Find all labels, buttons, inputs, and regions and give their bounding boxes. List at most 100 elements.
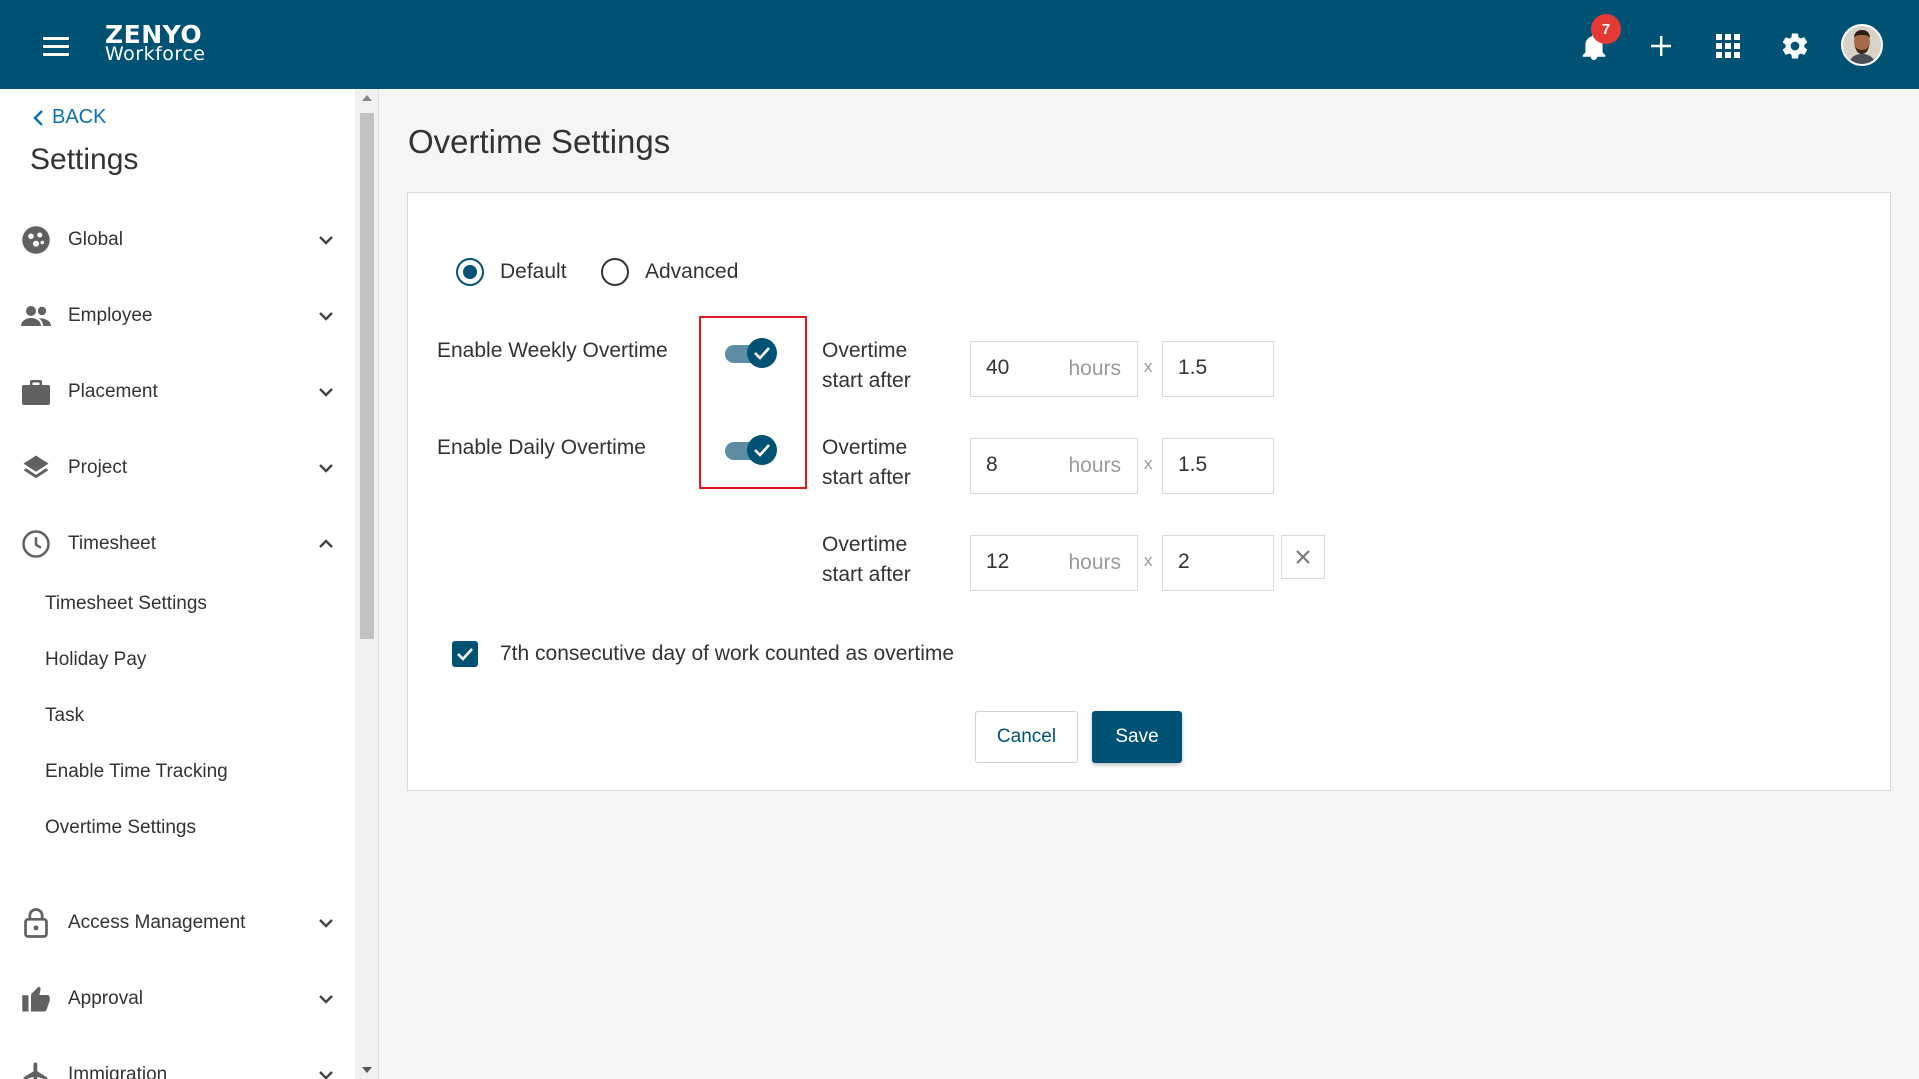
seventh-day-label: 7th consecutive day of work counted as o… xyxy=(500,642,955,665)
daily-overtime-toggle[interactable] xyxy=(725,435,777,465)
apps-grid-icon[interactable] xyxy=(1708,26,1748,66)
ot-label-line2: start after xyxy=(822,466,911,489)
times-symbol: x xyxy=(1144,551,1153,570)
back-label: BACK xyxy=(52,106,107,128)
hours-unit-label: hours xyxy=(1068,357,1121,380)
sidebar-item-approval[interactable]: Approval xyxy=(0,975,350,1023)
weekly-hours-input[interactable]: hours xyxy=(970,341,1138,397)
seventh-day-checkbox-row[interactable]: 7th consecutive day of work counted as o… xyxy=(452,641,954,667)
check-icon xyxy=(747,435,777,465)
sidebar-item-access-management[interactable]: Access Management xyxy=(0,899,350,947)
weekly-hours-field[interactable] xyxy=(986,356,1056,380)
sidebar-item-label: Timesheet xyxy=(68,533,156,554)
radio-advanced-label: Advanced xyxy=(645,260,739,283)
radio-advanced[interactable]: Advanced xyxy=(601,257,738,287)
chevron-down-icon xyxy=(319,919,333,928)
top-app-bar: ZENYO Workforce 7 xyxy=(0,0,1919,89)
back-link[interactable]: BACK xyxy=(32,106,106,129)
chevron-down-icon xyxy=(319,464,333,473)
sidebar-subitem-holiday-pay[interactable]: Holiday Pay xyxy=(45,649,146,671)
chevron-down-icon xyxy=(319,388,333,397)
ot-label-line1: Overtime xyxy=(822,436,908,459)
user-avatar[interactable] xyxy=(1841,24,1883,66)
sidebar-item-label: Access Management xyxy=(68,912,246,933)
sidebar-item-timesheet[interactable]: Timesheet xyxy=(0,520,350,568)
sidebar-item-label: Project xyxy=(68,457,128,478)
sidebar-item-label: Approval xyxy=(68,988,143,1009)
daily-hours-input[interactable]: hours xyxy=(970,438,1138,494)
sidebar-subitem-task[interactable]: Task xyxy=(45,705,84,727)
check-icon xyxy=(747,338,777,368)
ot-label-line2: start after xyxy=(822,563,911,586)
sidebar-item-label: Immigration xyxy=(68,1064,168,1079)
weekly-multiplier-field[interactable] xyxy=(1178,356,1258,380)
daily-hours-field[interactable] xyxy=(986,453,1056,477)
sidebar-item-global[interactable]: Global xyxy=(0,216,350,264)
menu-icon[interactable] xyxy=(40,34,70,58)
ot-label-line1: Overtime xyxy=(822,339,908,362)
logo-text-bottom: Workforce xyxy=(105,43,206,65)
sidebar-item-label: Placement xyxy=(68,381,158,402)
sidebar-item-immigration[interactable]: Immigration xyxy=(0,1051,350,1079)
clock-icon xyxy=(20,528,52,560)
airplane-icon xyxy=(20,1059,52,1079)
daily-multiplier-field-2[interactable] xyxy=(1178,550,1258,574)
daily-overtime-label: Enable Daily Overtime xyxy=(437,436,646,459)
daily-multiplier-input[interactable] xyxy=(1162,438,1274,494)
chevron-down-icon xyxy=(319,995,333,1004)
notification-count-badge: 7 xyxy=(1591,14,1621,44)
app-logo[interactable]: ZENYO Workforce xyxy=(105,22,205,64)
scroll-up-arrow-icon[interactable] xyxy=(362,95,372,101)
daily-multiplier-field[interactable] xyxy=(1178,453,1258,477)
daily-hours-field-2[interactable] xyxy=(986,550,1056,574)
times-symbol: x xyxy=(1144,357,1153,376)
radio-default-indicator xyxy=(456,258,484,286)
thumbs-up-icon xyxy=(20,983,52,1015)
sidebar-item-project[interactable]: Project xyxy=(0,444,350,492)
check-icon xyxy=(457,648,473,661)
lock-icon xyxy=(20,907,52,939)
overtime-start-after-label: Overtime start after xyxy=(822,530,911,590)
seventh-day-checkbox[interactable] xyxy=(452,641,478,667)
daily-hours-input-2[interactable]: hours xyxy=(970,535,1138,591)
ot-label-line1: Overtime xyxy=(822,533,908,556)
radio-default-label: Default xyxy=(500,260,567,283)
globe-icon xyxy=(20,224,52,256)
sidebar-subitem-timesheet-settings[interactable]: Timesheet Settings xyxy=(45,593,207,615)
radio-default[interactable]: Default xyxy=(456,257,567,287)
people-icon xyxy=(20,300,52,332)
weekly-multiplier-input[interactable] xyxy=(1162,341,1274,397)
chevron-down-icon xyxy=(319,1071,333,1079)
briefcase-icon xyxy=(20,376,52,408)
sidebar-scrollbar[interactable] xyxy=(355,89,379,1079)
page-title: Overtime Settings xyxy=(408,123,671,160)
sidebar-item-employee[interactable]: Employee xyxy=(0,292,350,340)
settings-sidebar: BACK Settings Global Employee Placement … xyxy=(0,89,355,1079)
hours-unit-label: hours xyxy=(1068,454,1121,477)
ot-label-line2: start after xyxy=(822,369,911,392)
daily-multiplier-input-2[interactable] xyxy=(1162,535,1274,591)
overtime-start-after-label: Overtime start after xyxy=(822,336,911,396)
times-symbol: x xyxy=(1144,454,1153,473)
scrollbar-thumb[interactable] xyxy=(360,113,374,639)
hours-unit-label: hours xyxy=(1068,551,1121,574)
settings-gear-icon[interactable] xyxy=(1775,26,1815,66)
cancel-button[interactable]: Cancel xyxy=(975,711,1078,763)
sidebar-item-label: Employee xyxy=(68,305,153,326)
sidebar-subitem-enable-time-tracking[interactable]: Enable Time Tracking xyxy=(45,761,228,783)
weekly-overtime-toggle[interactable] xyxy=(725,338,777,368)
sidebar-item-label: Global xyxy=(68,229,123,250)
layers-icon xyxy=(20,452,52,484)
add-icon[interactable] xyxy=(1641,26,1681,66)
remove-rule-button[interactable] xyxy=(1281,535,1325,579)
save-button[interactable]: Save xyxy=(1092,711,1182,763)
weekly-overtime-label: Enable Weekly Overtime xyxy=(437,339,668,362)
chevron-down-icon xyxy=(319,236,333,245)
sidebar-title: Settings xyxy=(30,143,139,176)
chevron-up-icon xyxy=(319,539,333,548)
chevron-down-icon xyxy=(319,312,333,321)
sidebar-item-placement[interactable]: Placement xyxy=(0,368,350,416)
sidebar-subitem-overtime-settings[interactable]: Overtime Settings xyxy=(45,817,196,839)
radio-advanced-indicator xyxy=(601,258,629,286)
scroll-down-arrow-icon[interactable] xyxy=(362,1067,372,1073)
